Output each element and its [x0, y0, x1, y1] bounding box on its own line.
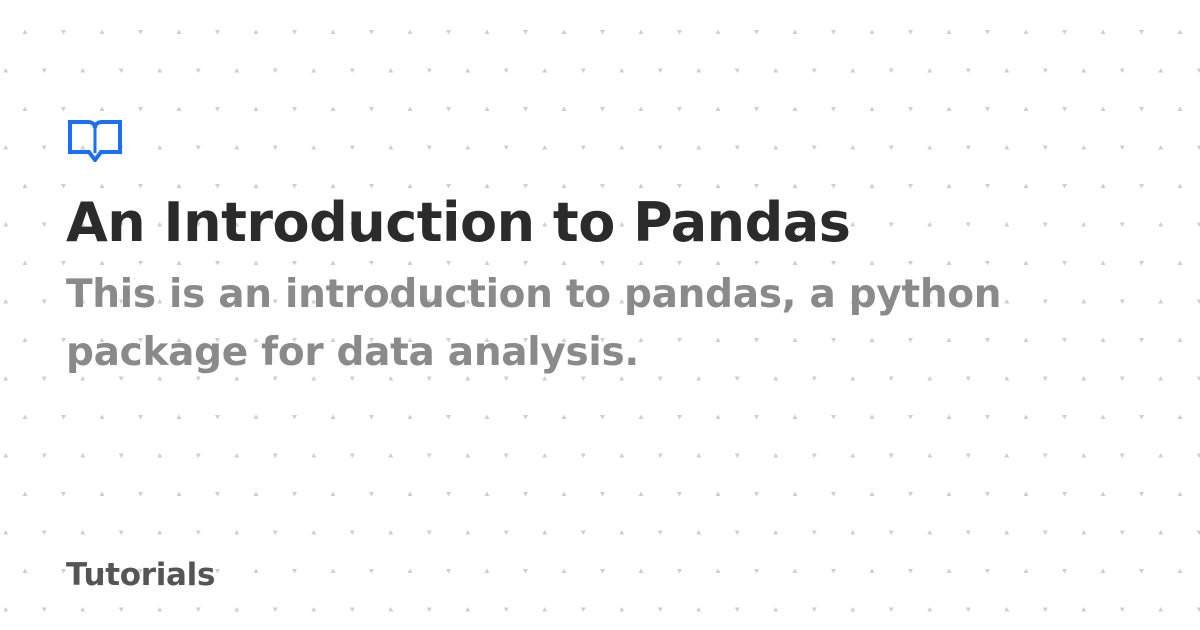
page-title: An Introduction to Pandas [66, 191, 851, 254]
open-book-icon [68, 120, 122, 162]
category-label: Tutorials [66, 557, 216, 593]
page-description: This is an introduction to pandas, a pyt… [66, 272, 1002, 375]
